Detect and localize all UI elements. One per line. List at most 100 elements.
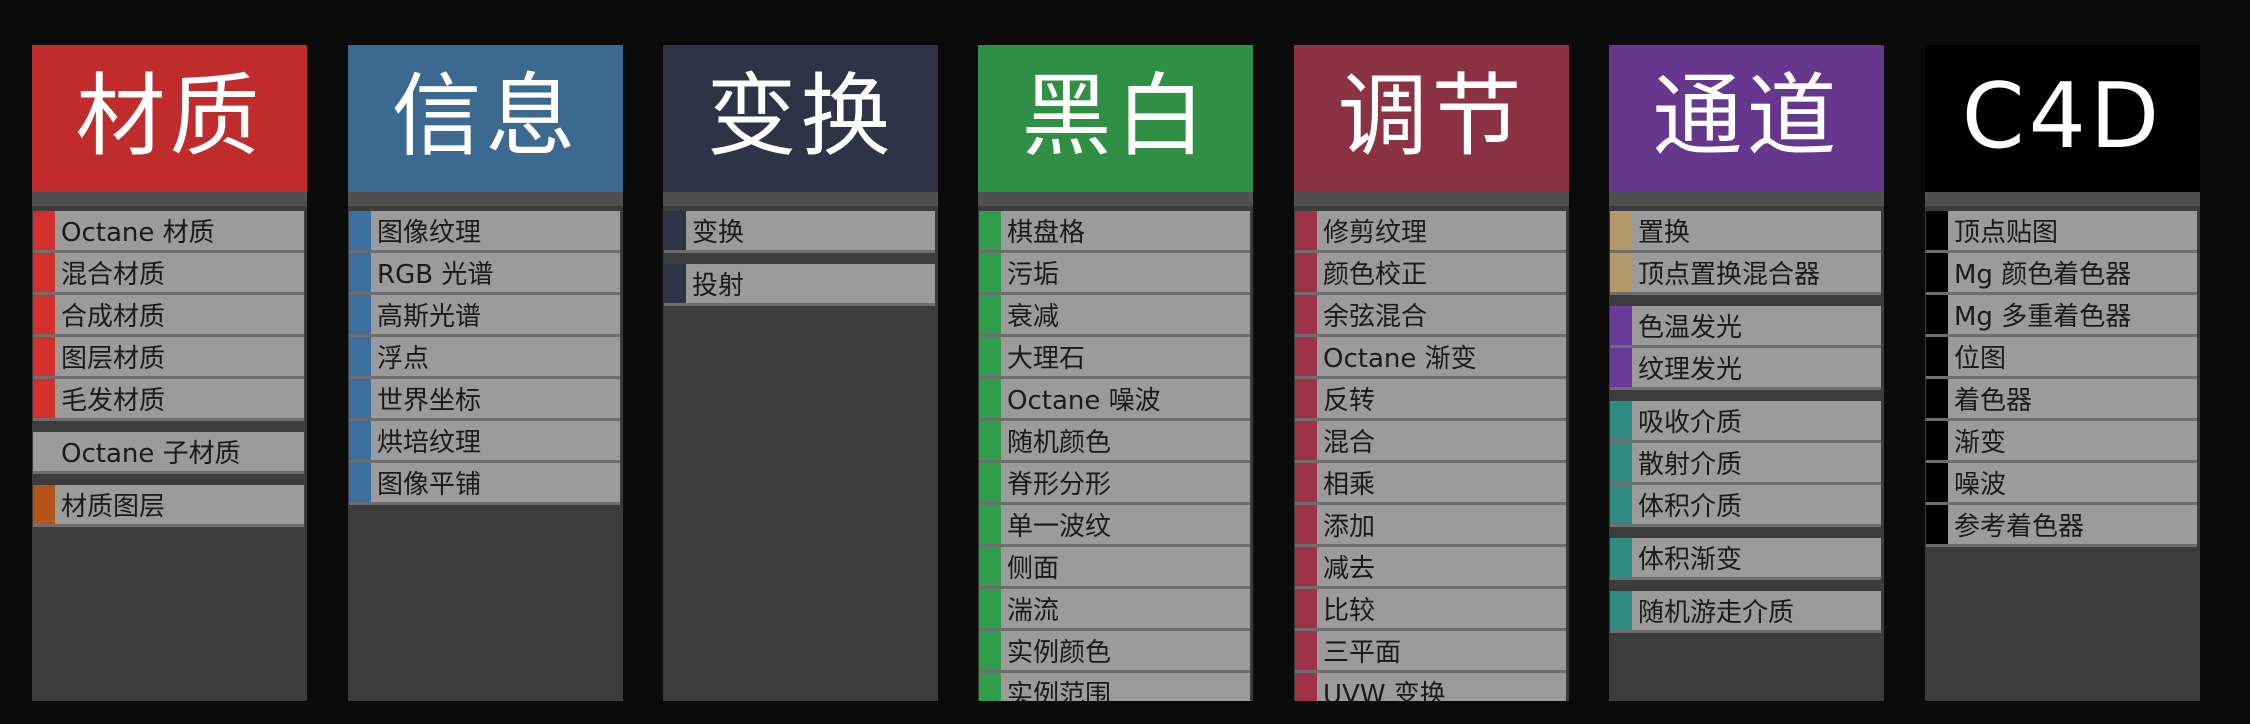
menu-item-label: 图像纹理 xyxy=(377,218,482,248)
menu-item-label: 顶点贴图 xyxy=(1954,218,2059,248)
menu-item-channel-0-1[interactable]: 顶点置换混合器 xyxy=(1610,253,1881,295)
panel-header-transform[interactable]: 变换 xyxy=(663,45,938,192)
panel-item-list: 置换顶点置换混合器 色温发光纹理发光吸收介质 散射介质 体积介质体积渐变随机游走介质 xyxy=(1609,206,1884,633)
category-color-bar xyxy=(349,211,371,250)
category-color-bar xyxy=(979,421,1001,460)
group-separator xyxy=(32,421,307,432)
menu-item-material-1-0[interactable]: Octane 子材质 xyxy=(33,432,304,474)
menu-item-bw-0-6[interactable]: 脊形分形 xyxy=(979,463,1250,505)
category-color-bar xyxy=(1295,379,1317,418)
menu-item-bw-0-0[interactable]: 棋盘格 xyxy=(979,211,1250,253)
panel-title: 调节 xyxy=(1337,63,1526,169)
menu-item-label: 相乘 xyxy=(1323,470,1376,500)
menu-item-adjust-0-11[interactable]: UVW 变换 xyxy=(1295,673,1566,701)
menu-item-c4d-0-0[interactable]: 顶点贴图 xyxy=(1926,211,2197,253)
menu-item-transform-1-0[interactable]: 投射 xyxy=(664,264,935,306)
category-color-bar xyxy=(979,337,1001,376)
menu-item-label: 色温发光 xyxy=(1638,313,1743,343)
category-color-bar xyxy=(979,631,1001,670)
menu-item-label: 衰减 xyxy=(1007,302,1060,332)
panel-transform: 变换 变换 投射 xyxy=(663,45,938,701)
menu-item-material-0-4[interactable]: 毛发材质 xyxy=(33,379,304,421)
menu-item-label: 顶点置换混合器 xyxy=(1638,260,1821,290)
panel-title: 黑白 xyxy=(1021,63,1210,169)
menu-item-label: Mg 多重着色器 xyxy=(1954,302,2132,332)
menu-item-adjust-0-1[interactable]: 颜色校正 xyxy=(1295,253,1566,295)
menu-item-c4d-0-4[interactable]: 着色器 xyxy=(1926,379,2197,421)
category-color-bar xyxy=(33,379,55,418)
menu-item-bw-0-7[interactable]: 单一波纹 xyxy=(979,505,1250,547)
menu-item-info-0-0[interactable]: 图像纹理 xyxy=(349,211,620,253)
menu-item-bw-0-10[interactable]: 实例颜色 xyxy=(979,631,1250,673)
menu-item-info-0-4[interactable]: 世界坐标 xyxy=(349,379,620,421)
menu-item-bw-0-4[interactable]: Octane 噪波 xyxy=(979,379,1250,421)
menu-item-label: 湍流 xyxy=(1007,596,1060,626)
menu-item-c4d-0-6[interactable]: 噪波 xyxy=(1926,463,2197,505)
menu-item-c4d-0-1[interactable]: Mg 颜色着色器 xyxy=(1926,253,2197,295)
menu-item-adjust-0-6[interactable]: 相乘 xyxy=(1295,463,1566,505)
menu-item-bw-0-5[interactable]: 随机颜色 xyxy=(979,421,1250,463)
menu-item-channel-4-0[interactable]: 随机游走介质 xyxy=(1610,591,1881,633)
menu-item-channel-0-0[interactable]: 置换 xyxy=(1610,211,1881,253)
menu-item-adjust-0-10[interactable]: 三平面 xyxy=(1295,631,1566,673)
panel-header-material[interactable]: 材质 xyxy=(32,45,307,192)
menu-item-c4d-0-7[interactable]: 参考着色器 xyxy=(1926,505,2197,547)
panel-divider xyxy=(663,192,938,206)
menu-item-bw-0-3[interactable]: 大理石 xyxy=(979,337,1250,379)
menu-item-label: RGB 光谱 xyxy=(377,260,494,290)
menu-item-channel-3-0[interactable]: 体积渐变 xyxy=(1610,538,1881,580)
menu-item-material-0-0[interactable]: Octane 材质 xyxy=(33,211,304,253)
menu-item-material-0-3[interactable]: 图层材质 xyxy=(33,337,304,379)
menu-item-transform-0-0[interactable]: 变换 xyxy=(664,211,935,253)
menu-item-label: 烘培纹理 xyxy=(377,428,482,458)
menu-item-adjust-0-2[interactable]: 余弦混合 xyxy=(1295,295,1566,337)
menu-item-c4d-0-2[interactable]: Mg 多重着色器 xyxy=(1926,295,2197,337)
menu-item-channel-2-2[interactable]: 体积介质 xyxy=(1610,485,1881,527)
menu-item-info-0-3[interactable]: 浮点 xyxy=(349,337,620,379)
menu-item-info-0-6[interactable]: 图像平铺 xyxy=(349,463,620,505)
menu-item-c4d-0-3[interactable]: 位图 xyxy=(1926,337,2197,379)
menu-item-adjust-0-9[interactable]: 比较 xyxy=(1295,589,1566,631)
menu-item-label: 材质图层 xyxy=(61,492,166,522)
panel-header-info[interactable]: 信息 xyxy=(348,45,623,192)
menu-item-bw-0-1[interactable]: 污垢 xyxy=(979,253,1250,295)
menu-item-bw-0-2[interactable]: 衰减 xyxy=(979,295,1250,337)
panel-divider xyxy=(978,192,1253,206)
menu-item-label: 修剪纹理 xyxy=(1323,218,1428,248)
menu-item-bw-0-9[interactable]: 湍流 xyxy=(979,589,1250,631)
menu-item-bw-0-11[interactable]: 实例范围 xyxy=(979,673,1250,701)
menu-item-label: Octane 渐变 xyxy=(1323,344,1477,374)
category-color-bar xyxy=(1295,673,1317,701)
panel-title: 信息 xyxy=(391,63,580,169)
menu-item-material-2-0[interactable]: 材质图层 xyxy=(33,485,304,527)
menu-item-channel-2-1[interactable]: 散射介质 xyxy=(1610,443,1881,485)
menu-item-channel-1-1[interactable]: 纹理发光 xyxy=(1610,348,1881,390)
menu-item-adjust-0-7[interactable]: 添加 xyxy=(1295,505,1566,547)
menu-item-bw-0-8[interactable]: 侧面 xyxy=(979,547,1250,589)
panel-header-adjust[interactable]: 调节 xyxy=(1294,45,1569,192)
menu-item-adjust-0-5[interactable]: 混合 xyxy=(1295,421,1566,463)
menu-item-channel-1-0[interactable]: 色温发光 xyxy=(1610,306,1881,348)
menu-item-material-0-1[interactable]: 混合材质 xyxy=(33,253,304,295)
menu-item-info-0-5[interactable]: 烘培纹理 xyxy=(349,421,620,463)
panel-header-channel[interactable]: 通道 xyxy=(1609,45,1884,192)
panel-bw: 黑白棋盘格 污垢衰减大理石 Octane 噪波随机颜色脊形分形单一波纹 侧面湍流实例颜… xyxy=(978,45,1253,701)
menu-item-label: Octane 噪波 xyxy=(1007,386,1161,416)
category-color-bar xyxy=(1926,295,1948,334)
menu-item-material-0-2[interactable]: 合成材质 xyxy=(33,295,304,337)
category-color-bar xyxy=(33,432,55,471)
menu-item-adjust-0-0[interactable]: 修剪纹理 xyxy=(1295,211,1566,253)
panel-header-bw[interactable]: 黑白 xyxy=(978,45,1253,192)
panel-header-c4d[interactable]: C4D xyxy=(1925,45,2200,192)
menu-item-adjust-0-3[interactable]: Octane 渐变 xyxy=(1295,337,1566,379)
category-color-bar xyxy=(1610,253,1632,292)
menu-item-adjust-0-8[interactable]: 减去 xyxy=(1295,547,1566,589)
menu-item-info-0-2[interactable]: 高斯光谱 xyxy=(349,295,620,337)
menu-item-info-0-1[interactable]: RGB 光谱 xyxy=(349,253,620,295)
menu-item-label: 脊形分形 xyxy=(1007,470,1112,500)
menu-item-channel-2-0[interactable]: 吸收介质 xyxy=(1610,401,1881,443)
menu-item-label: 浮点 xyxy=(377,344,430,374)
menu-item-adjust-0-4[interactable]: 反转 xyxy=(1295,379,1566,421)
menu-item-c4d-0-5[interactable]: 渐变 xyxy=(1926,421,2197,463)
menu-item-label: 实例范围 xyxy=(1007,680,1112,701)
